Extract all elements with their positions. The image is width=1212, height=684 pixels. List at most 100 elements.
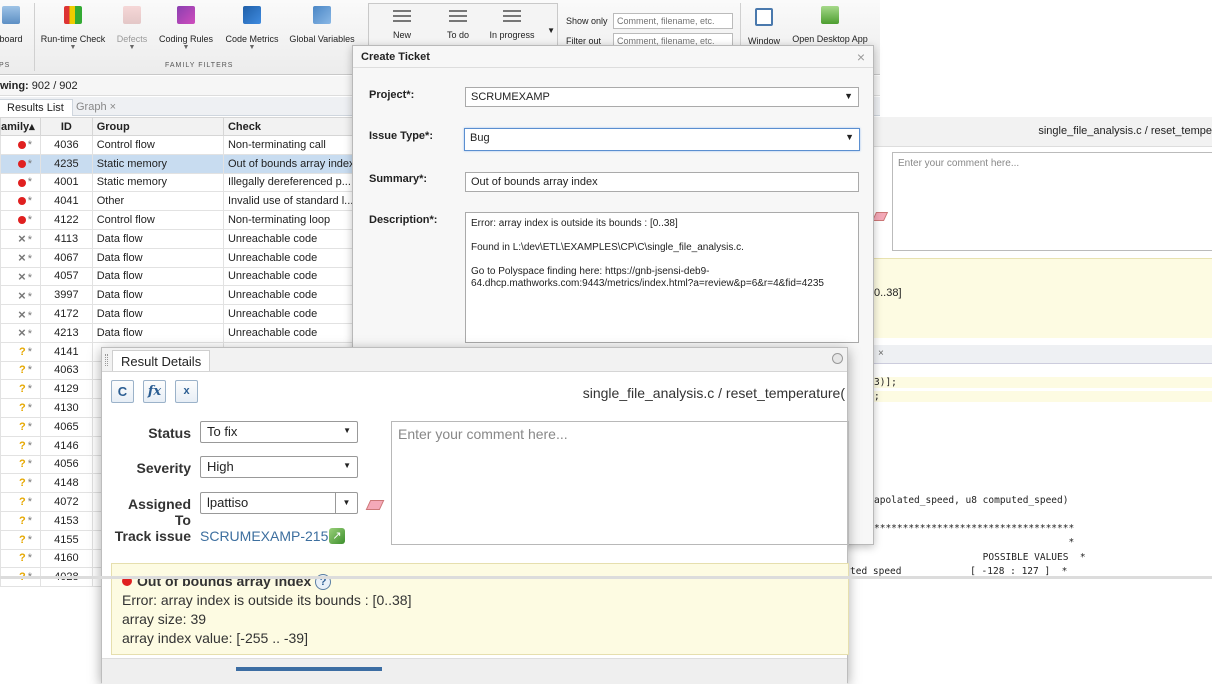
project-select[interactable]: SCRUMEXAMP ▼ <box>465 87 859 107</box>
minimize-icon[interactable] <box>832 353 843 364</box>
status-label: Status <box>148 425 191 441</box>
chevron-down-icon: ▼ <box>343 426 351 435</box>
table-row[interactable]: * 4036 Control flow Non-terminating call <box>0 135 361 155</box>
column-check[interactable]: Check <box>222 117 361 136</box>
summary-input[interactable]: Out of bounds array index <box>465 172 859 192</box>
id-cell: 4063 <box>39 360 93 381</box>
unreviewed-mark: * <box>27 402 32 415</box>
table-row[interactable]: × * 4057 Data flow Unreachable code <box>0 266 361 287</box>
external-link-icon[interactable]: ↗ <box>329 528 345 544</box>
family-cell: × * <box>0 322 41 343</box>
code-line: *********************************** <box>874 523 1075 534</box>
table-row[interactable]: × * 4113 Data flow Unreachable code <box>0 228 361 249</box>
table-row[interactable]: * 4041 Other Invalid use of standard l... <box>0 191 361 212</box>
check-cell: Unreachable code <box>222 266 361 287</box>
status-filter-in-progress[interactable]: In progress <box>487 10 537 40</box>
table-row[interactable]: × * 4172 Data flow Unreachable code <box>0 304 361 324</box>
id-cell: 4172 <box>39 304 93 324</box>
column-group[interactable]: Group <box>91 117 224 136</box>
severity-label: Severity <box>136 460 191 476</box>
tab-results-list[interactable]: Results List <box>0 99 73 116</box>
group-cell: Static memory <box>91 153 224 174</box>
close-icon[interactable]: × <box>878 348 884 359</box>
issue-type-select[interactable]: Bug ▼ <box>464 128 860 151</box>
close-icon[interactable]: × <box>857 49 865 65</box>
column-family[interactable]: amily▴ <box>0 117 41 136</box>
family-cell: ?* <box>0 473 41 494</box>
orange-question-icon: ? <box>18 514 26 527</box>
table-row[interactable]: * 4122 Control flow Non-terminating loop <box>0 210 361 230</box>
defects-button[interactable]: Defects ▼ <box>112 4 152 52</box>
gray-x-icon: × <box>18 287 26 303</box>
code-line: 3)]; <box>874 377 1212 388</box>
orange-question-icon: ? <box>18 533 26 546</box>
gray-x-icon: × <box>18 250 26 266</box>
check-cell: Illegally dereferenced p... <box>222 172 361 193</box>
code-tabbar <box>874 345 1212 364</box>
summary-label: Summary*: <box>369 173 428 185</box>
refresh-icon[interactable]: C <box>111 380 134 403</box>
family-cell: * <box>0 135 41 155</box>
table-row[interactable]: * 4001 Static memory Illegally dereferenced… <box>0 172 361 193</box>
separator <box>34 3 35 71</box>
assigned-to-field[interactable]: lpattiso ▼ <box>200 492 358 514</box>
family-cell: ?* <box>0 510 41 531</box>
function-icon[interactable]: fx <box>143 380 166 403</box>
code-metrics-icon <box>243 6 261 24</box>
open-desktop-app-button[interactable]: Open Desktop App <box>790 4 870 44</box>
id-cell: 4065 <box>39 416 93 437</box>
right-comment-field[interactable]: Enter your comment here... <box>892 152 1212 251</box>
orange-question-icon: ? <box>18 496 26 509</box>
id-cell: 4001 <box>39 172 93 193</box>
table-row[interactable]: × * 3997 Data flow Unreachable code <box>0 285 361 306</box>
code-metrics-button[interactable]: Code Metrics ▼ <box>222 4 282 52</box>
issue-type-label: Issue Type*: <box>369 130 433 142</box>
unreviewed-mark: * <box>27 477 32 490</box>
status-select[interactable]: To fix ▼ <box>200 421 358 443</box>
status-filter-new[interactable]: New <box>377 10 427 40</box>
gray-x-icon: × <box>18 268 26 284</box>
eraser-icon[interactable] <box>871 212 889 221</box>
show-only-input[interactable] <box>613 13 733 29</box>
column-id[interactable]: ID <box>39 117 93 136</box>
eraser-icon[interactable] <box>365 500 385 510</box>
coding-rules-button[interactable]: Coding Rules ▼ <box>156 4 216 52</box>
window-button[interactable]: Window <box>744 6 784 46</box>
run-time-check-button[interactable]: Run-time Check ▼ <box>39 4 107 52</box>
chevron-down-icon[interactable]: ▼ <box>547 26 555 35</box>
orange-question-icon: ? <box>18 383 26 396</box>
result-details-tab[interactable]: Result Details <box>112 350 211 371</box>
orange-question-icon: ? <box>18 402 26 415</box>
family-cell: × * <box>0 247 41 268</box>
comment-textarea[interactable]: Enter your comment here... <box>391 421 849 545</box>
track-issue-link[interactable]: SCRUMEXAMP-215 <box>200 528 328 544</box>
table-row[interactable]: × * 4067 Data flow Unreachable code <box>0 247 361 268</box>
finding-title-row: Out of bounds array index ? <box>122 572 838 591</box>
tab-graph[interactable]: Graph × <box>68 99 124 116</box>
check-cell: Non-terminating call <box>222 135 361 155</box>
description-textarea[interactable]: Error: array index is outside its bounds… <box>465 212 859 343</box>
drag-handle[interactable] <box>105 354 108 366</box>
unreviewed-mark: * <box>27 253 32 266</box>
status-filter-todo[interactable]: To do <box>433 10 483 40</box>
orange-question-icon: ? <box>18 477 26 490</box>
global-variables-button[interactable]: Global Variables <box>287 4 357 44</box>
dashboard-icon <box>2 6 20 24</box>
defects-icon <box>123 6 141 24</box>
unreviewed-mark: * <box>27 345 32 358</box>
severity-select[interactable]: High ▼ <box>200 456 358 478</box>
family-cell: ?* <box>0 360 41 381</box>
chevron-down-icon[interactable]: ▼ <box>335 493 357 513</box>
horizontal-scrollbar[interactable] <box>0 576 1212 579</box>
table-row[interactable]: × * 4213 Data flow Unreachable code <box>0 322 361 343</box>
panel-header: Result Details <box>102 348 847 372</box>
group-cell: Data flow <box>91 285 224 306</box>
chevron-down-icon: ▼ <box>69 44 77 51</box>
file-function-title: single_file_analysis.c / reset_temperatu… <box>582 385 845 401</box>
table-row[interactable]: * 4235 Static memory Out of bounds array in… <box>0 153 361 174</box>
showing-count: 902 / 902 <box>31 80 78 92</box>
dashboard-button[interactable]: board <box>0 4 28 44</box>
id-cell: 4213 <box>39 322 93 343</box>
variable-icon[interactable]: x <box>175 380 198 403</box>
unreviewed-mark: * <box>27 458 32 471</box>
